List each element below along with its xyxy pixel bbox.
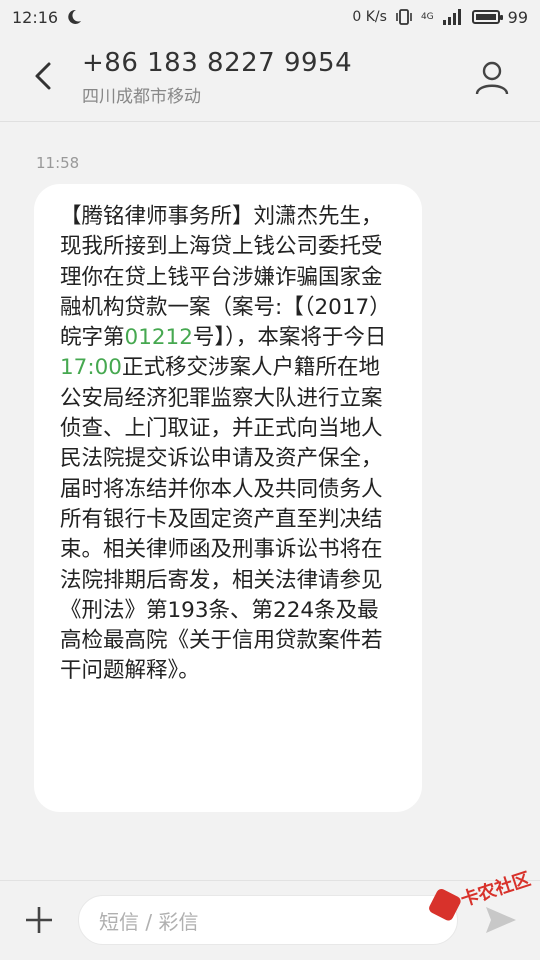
status-time: 12:16 <box>12 7 59 27</box>
send-button[interactable] <box>484 905 518 935</box>
time-link[interactable]: 17:00 <box>60 355 122 380</box>
net-speed: 0 K/s <box>352 9 387 25</box>
battery-icon <box>471 10 503 24</box>
message-text-part3: 正式移交涉案人户籍所在地公安局经济犯罪监察大队进行立案侦查、上门取证，并正式向当… <box>60 355 383 684</box>
message-input-placeholder: 短信 / 彩信 <box>99 909 199 934</box>
message-timestamp: 11:58 <box>36 154 80 172</box>
contact-button[interactable] <box>472 58 512 98</box>
vibrate-icon <box>396 9 412 25</box>
contact-info: +86 183 8227 9954 四川成都市移动 <box>82 48 352 107</box>
moon-icon <box>68 9 82 24</box>
signal-icon <box>442 9 461 25</box>
signal-type-label: 4G <box>420 12 434 22</box>
person-icon <box>475 61 509 95</box>
message-text: 【腾铭律师事务所】刘潇杰先生，现我所接到上海贷上钱公司委托受理你在贷上钱平台涉嫌… <box>60 202 398 687</box>
status-right: 0 K/s 4G 99 <box>352 8 528 27</box>
phone-number: +86 183 8227 9954 <box>82 48 353 78</box>
battery-level: 99 <box>507 7 528 27</box>
carrier-location: 四川成都市移动 <box>82 87 201 107</box>
back-arrow-icon <box>35 62 51 90</box>
message-bubble[interactable]: 【腾铭律师事务所】刘潇杰先生，现我所接到上海贷上钱公司委托受理你在贷上钱平台涉嫌… <box>34 184 422 812</box>
plus-icon <box>26 907 52 933</box>
message-text-part2: 号】），本案将于今日 <box>192 325 387 351</box>
attach-button[interactable] <box>22 903 56 937</box>
message-input[interactable]: 短信 / 彩信 <box>78 895 458 945</box>
back-button[interactable] <box>28 56 58 96</box>
case-number-link[interactable]: 01212 <box>125 325 193 350</box>
status-bar: 12:16 0 K/s 4G 99 <box>0 0 540 34</box>
status-left: 12:16 <box>12 8 82 27</box>
message-list[interactable]: 11:58 【腾铭律师事务所】刘潇杰先生，现我所接到上海贷上钱公司委托受理你在贷… <box>0 122 540 880</box>
conversation-header: +86 183 8227 9954 四川成都市移动 <box>0 34 540 122</box>
send-icon <box>486 907 516 933</box>
